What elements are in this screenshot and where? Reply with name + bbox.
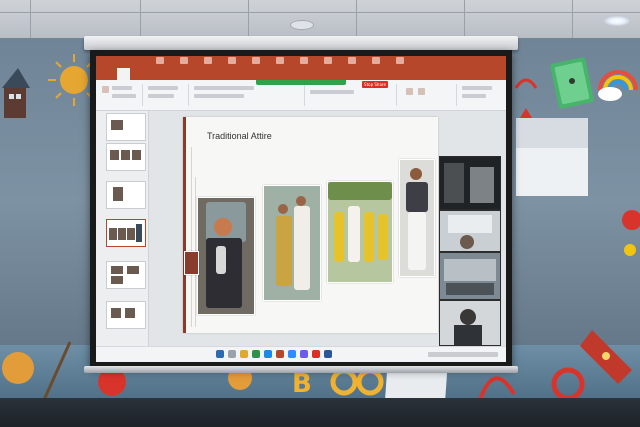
ribbon-tab[interactable] bbox=[132, 68, 145, 80]
ribbon-separator bbox=[456, 84, 457, 106]
powerpoint-icon[interactable] bbox=[276, 350, 284, 358]
ribbon-separator bbox=[142, 84, 143, 106]
app-icon[interactable] bbox=[300, 350, 308, 358]
font-format-controls[interactable] bbox=[194, 94, 244, 98]
slide-thumbnail[interactable] bbox=[106, 143, 146, 171]
ribbon-control[interactable] bbox=[112, 94, 136, 98]
slide-thumbnail-selected[interactable] bbox=[106, 219, 146, 247]
ceiling bbox=[0, 0, 640, 38]
participant-video-panel bbox=[439, 156, 501, 346]
slide-title[interactable]: Traditional Attire bbox=[207, 131, 272, 141]
ribbon-separator bbox=[396, 84, 397, 106]
ribbon-tab-active[interactable] bbox=[117, 68, 131, 80]
video-call-icon[interactable] bbox=[288, 350, 296, 358]
ribbon-control[interactable] bbox=[148, 94, 174, 98]
slide-accent-bar bbox=[183, 117, 186, 333]
ceiling-light bbox=[604, 16, 630, 26]
ceiling-tile-line bbox=[464, 0, 465, 38]
ceiling-tile-line bbox=[356, 0, 357, 38]
ribbon-tab[interactable] bbox=[162, 68, 175, 80]
toolbar-icon bbox=[156, 57, 164, 64]
slide-thumbnail[interactable] bbox=[106, 113, 146, 141]
app-title-bar bbox=[96, 56, 506, 68]
browser-icon[interactable] bbox=[264, 350, 272, 358]
screen-share-indicator bbox=[256, 80, 346, 85]
paintbrush-icon bbox=[42, 341, 72, 401]
shapes-icon[interactable] bbox=[406, 88, 413, 95]
system-tray bbox=[428, 352, 498, 357]
paste-icon[interactable] bbox=[102, 86, 109, 93]
slide-thumbnail[interactable] bbox=[106, 301, 146, 329]
slide-thumbnail-pane bbox=[96, 111, 149, 346]
attire-photo-3[interactable] bbox=[327, 181, 393, 283]
rainbow-icon bbox=[598, 70, 638, 101]
ribbon-control[interactable] bbox=[112, 86, 132, 90]
ribbon-separator bbox=[188, 84, 189, 106]
toolbar-icon bbox=[204, 57, 212, 64]
current-slide[interactable]: Traditional Attire bbox=[183, 117, 438, 333]
projector-screen: Stop Share Traditional Attire bbox=[90, 50, 512, 368]
ceiling-tile-line bbox=[140, 0, 141, 38]
projector-screen-housing bbox=[84, 36, 518, 50]
participant-video-tile[interactable] bbox=[439, 210, 501, 252]
paragraph-controls[interactable] bbox=[310, 90, 354, 94]
toolbar-icon bbox=[348, 57, 356, 64]
ceiling-tile-line bbox=[248, 0, 249, 38]
attire-photo-2[interactable] bbox=[263, 185, 321, 301]
arrange-icon[interactable] bbox=[418, 88, 425, 95]
attire-photo-1[interactable] bbox=[197, 197, 255, 315]
floor bbox=[0, 398, 640, 427]
toolbar-icon bbox=[324, 57, 332, 64]
participant-video-tile[interactable] bbox=[439, 300, 501, 346]
ceiling-tile-line bbox=[572, 0, 573, 38]
windows-taskbar bbox=[96, 346, 506, 362]
participant-video-tile[interactable] bbox=[439, 156, 501, 210]
slide-accent-block bbox=[184, 251, 199, 275]
app-icon[interactable] bbox=[252, 350, 260, 358]
ceiling-tile-line bbox=[0, 12, 640, 13]
toolbar-icon bbox=[300, 57, 308, 64]
toolbar-icon bbox=[396, 57, 404, 64]
slide-decor-line bbox=[191, 147, 192, 327]
attire-photo-4[interactable] bbox=[399, 159, 435, 277]
ribbon-separator bbox=[304, 84, 305, 106]
slide-thumbnail[interactable] bbox=[106, 261, 146, 289]
app-icon[interactable] bbox=[312, 350, 320, 358]
editing-controls[interactable] bbox=[462, 94, 486, 98]
search-icon[interactable] bbox=[228, 350, 236, 358]
editing-controls[interactable] bbox=[462, 86, 492, 90]
toolbar-icon bbox=[372, 57, 380, 64]
ribbon-tab[interactable] bbox=[147, 68, 160, 80]
ceiling-tile-line bbox=[30, 0, 31, 38]
stop-share-button[interactable]: Stop Share bbox=[362, 81, 388, 88]
toolbar-icon bbox=[252, 57, 260, 64]
folder-icon[interactable] bbox=[240, 350, 248, 358]
font-selector[interactable] bbox=[194, 86, 254, 90]
projector-screen-bottom-bar bbox=[84, 366, 518, 373]
start-icon[interactable] bbox=[216, 350, 224, 358]
ribbon-control[interactable] bbox=[148, 86, 178, 90]
word-icon[interactable] bbox=[324, 350, 332, 358]
toolbar-icon bbox=[276, 57, 284, 64]
wall-decoration bbox=[622, 210, 640, 256]
toolbar-icon bbox=[228, 57, 236, 64]
ceiling-speaker bbox=[290, 20, 314, 30]
toolbar-icon bbox=[180, 57, 188, 64]
notice-board bbox=[516, 118, 588, 196]
svg-text:B: B bbox=[292, 369, 312, 399]
slide-thumbnail[interactable] bbox=[106, 181, 146, 209]
ribbon-tab-strip bbox=[96, 68, 506, 80]
projected-desktop: Stop Share Traditional Attire bbox=[96, 56, 506, 362]
ribbon-tab[interactable] bbox=[102, 68, 115, 80]
participant-video-tile[interactable] bbox=[439, 252, 501, 300]
